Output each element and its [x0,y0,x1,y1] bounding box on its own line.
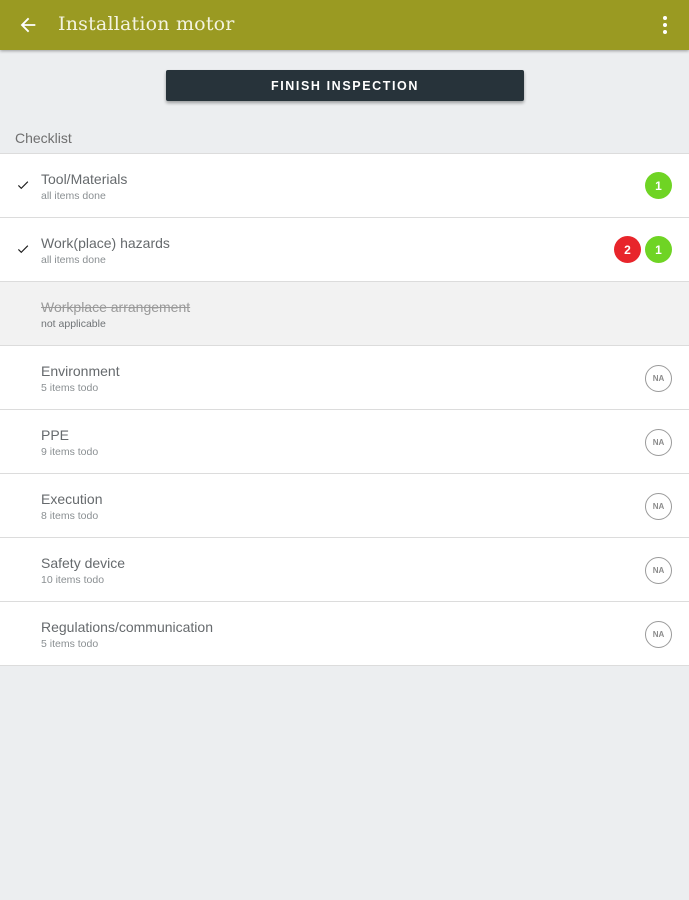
checklist-item[interactable]: Tool/Materials all items done 1 [0,154,689,218]
checkmark-icon [17,181,29,190]
badge-group: 1 [645,172,672,199]
checkmark-icon [17,245,29,254]
done-count-badge: 1 [645,236,672,263]
overflow-menu-button[interactable] [655,11,675,39]
checklist-item[interactable]: Work(place) hazards all items done 2 1 [0,218,689,282]
not-applicable-button[interactable]: NA [645,429,672,456]
finish-inspection-button[interactable]: FINISH INSPECTION [166,70,524,101]
done-count-badge: 1 [645,172,672,199]
checklist-item[interactable]: Regulations/communication 5 items todo NA [0,602,689,666]
issue-count-badge: 2 [614,236,641,263]
checklist-item[interactable]: Workplace arrangement not applicable [0,282,689,346]
more-vert-icon [663,16,667,34]
app-bar: Installation motor [0,0,689,50]
checklist: Tool/Materials all items done 1 Work(place)… [0,153,689,666]
checklist-item-status: 9 items todo [41,446,99,458]
badge-group: 21 [614,236,672,263]
checklist-item-status: 5 items todo [41,382,99,394]
checklist-item-title: Tool/Materials [41,171,128,187]
checklist-item[interactable]: Execution 8 items todo NA [0,474,689,538]
checklist-item-status: 10 items todo [41,574,105,586]
arrow-left-icon [20,17,36,33]
checklist-item-status: not applicable [41,318,106,330]
checklist-item-title: Safety device [41,555,126,571]
checklist-item[interactable]: Environment 5 items todo NA [0,346,689,410]
not-applicable-button[interactable]: NA [645,557,672,584]
checklist-item-title: PPE [41,427,70,443]
checklist-item-title: Regulations/communication [41,619,213,635]
page-title: Installation motor [58,13,235,35]
not-applicable-button[interactable]: NA [645,493,672,520]
checklist-item[interactable]: PPE 9 items todo NA [0,410,689,474]
checklist-item-status: 8 items todo [41,510,99,522]
checklist-item-title: Work(place) hazards [41,235,170,251]
checklist-item[interactable]: Safety device 10 items todo NA [0,538,689,602]
checklist-item-status: 5 items todo [41,638,99,650]
checklist-heading: Checklist [15,130,72,146]
back-button[interactable] [12,9,44,41]
checklist-item-status: all items done [41,190,106,202]
checklist-item-status: all items done [41,254,106,266]
not-applicable-button[interactable]: NA [645,621,672,648]
not-applicable-button[interactable]: NA [645,365,672,392]
checklist-item-title: Execution [41,491,103,507]
checklist-item-title: Workplace arrangement [41,299,191,315]
checklist-item-title: Environment [41,363,120,379]
